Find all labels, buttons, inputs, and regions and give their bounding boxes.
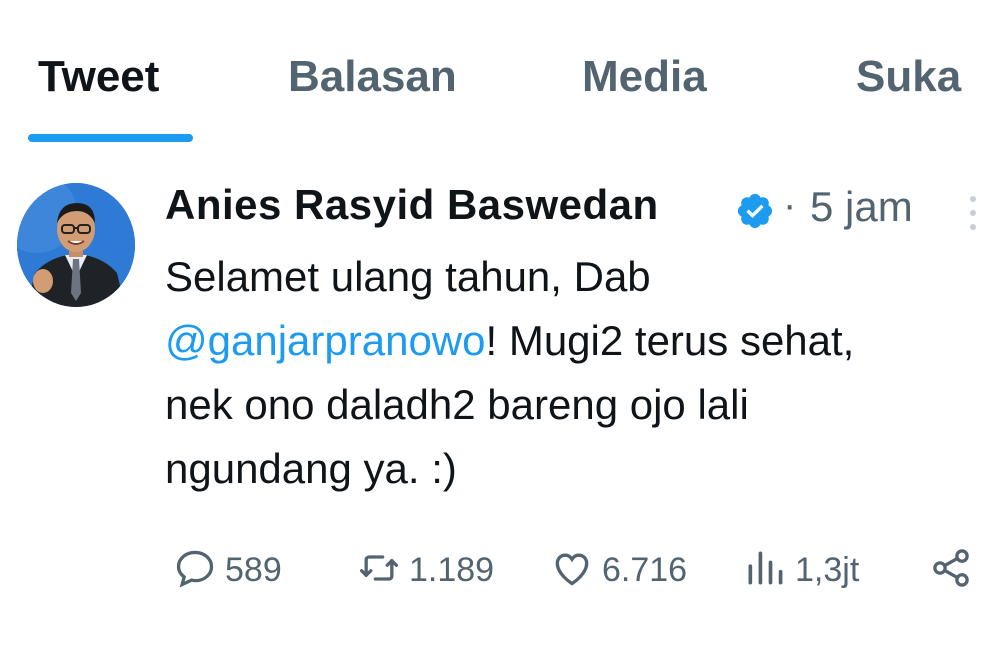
avatar[interactable] [17, 183, 135, 307]
tweet-text-line: nek ono daladh2 bareng ojo lali [165, 381, 749, 428]
retweet-button[interactable]: 1.189 [357, 540, 494, 600]
tweet-header: Anies Rasyid Baswedan · 5 jam [165, 175, 995, 237]
more-options-icon[interactable] [965, 193, 981, 233]
tweet-text-segment: ! Mugi2 terus sehat, [485, 317, 855, 364]
share-icon [929, 546, 973, 595]
tweet-text: Selamet ulang tahun, Dab @ganjarpranowo!… [165, 245, 985, 501]
retweet-icon [357, 546, 401, 595]
author-name[interactable]: Anies Rasyid Baswedan [165, 181, 659, 229]
tab-suka[interactable]: Suka [856, 52, 961, 102]
like-count: 6.716 [602, 550, 688, 589]
mention-link[interactable]: @ganjarpranowo [165, 317, 486, 364]
tab-media[interactable]: Media [582, 52, 707, 102]
tab-tweet[interactable]: Tweet [38, 52, 159, 102]
views-button[interactable]: 1,3jt [743, 540, 859, 600]
like-button[interactable]: 6.716 [550, 540, 687, 600]
views-icon [743, 546, 787, 595]
share-button[interactable] [929, 540, 973, 600]
reply-count: 589 [225, 550, 282, 589]
tweet-text-line: ngundang ya. :) [165, 445, 457, 492]
verified-badge-icon [735, 191, 775, 231]
active-tab-indicator [28, 134, 193, 142]
tweet[interactable]: Anies Rasyid Baswedan · 5 jam [165, 175, 995, 237]
reply-icon [173, 546, 217, 595]
tweet-actions: 589 1.189 6.716 1,3jt [165, 540, 995, 600]
profile-tabs: Tweet Balasan Media Suka [0, 0, 1000, 150]
separator-dot: · [783, 183, 797, 227]
tweet-time[interactable]: 5 jam [810, 183, 913, 231]
avatar-image [17, 183, 135, 307]
tweet-text-line: @ganjarpranowo! Mugi2 terus sehat, [165, 309, 985, 373]
reply-button[interactable]: 589 [173, 540, 282, 600]
retweet-count: 1.189 [409, 550, 495, 589]
tweet-text-line: Selamet ulang tahun, Dab [165, 253, 651, 300]
tab-balasan[interactable]: Balasan [288, 52, 457, 102]
heart-icon [550, 546, 594, 595]
views-count: 1,3jt [795, 550, 860, 589]
